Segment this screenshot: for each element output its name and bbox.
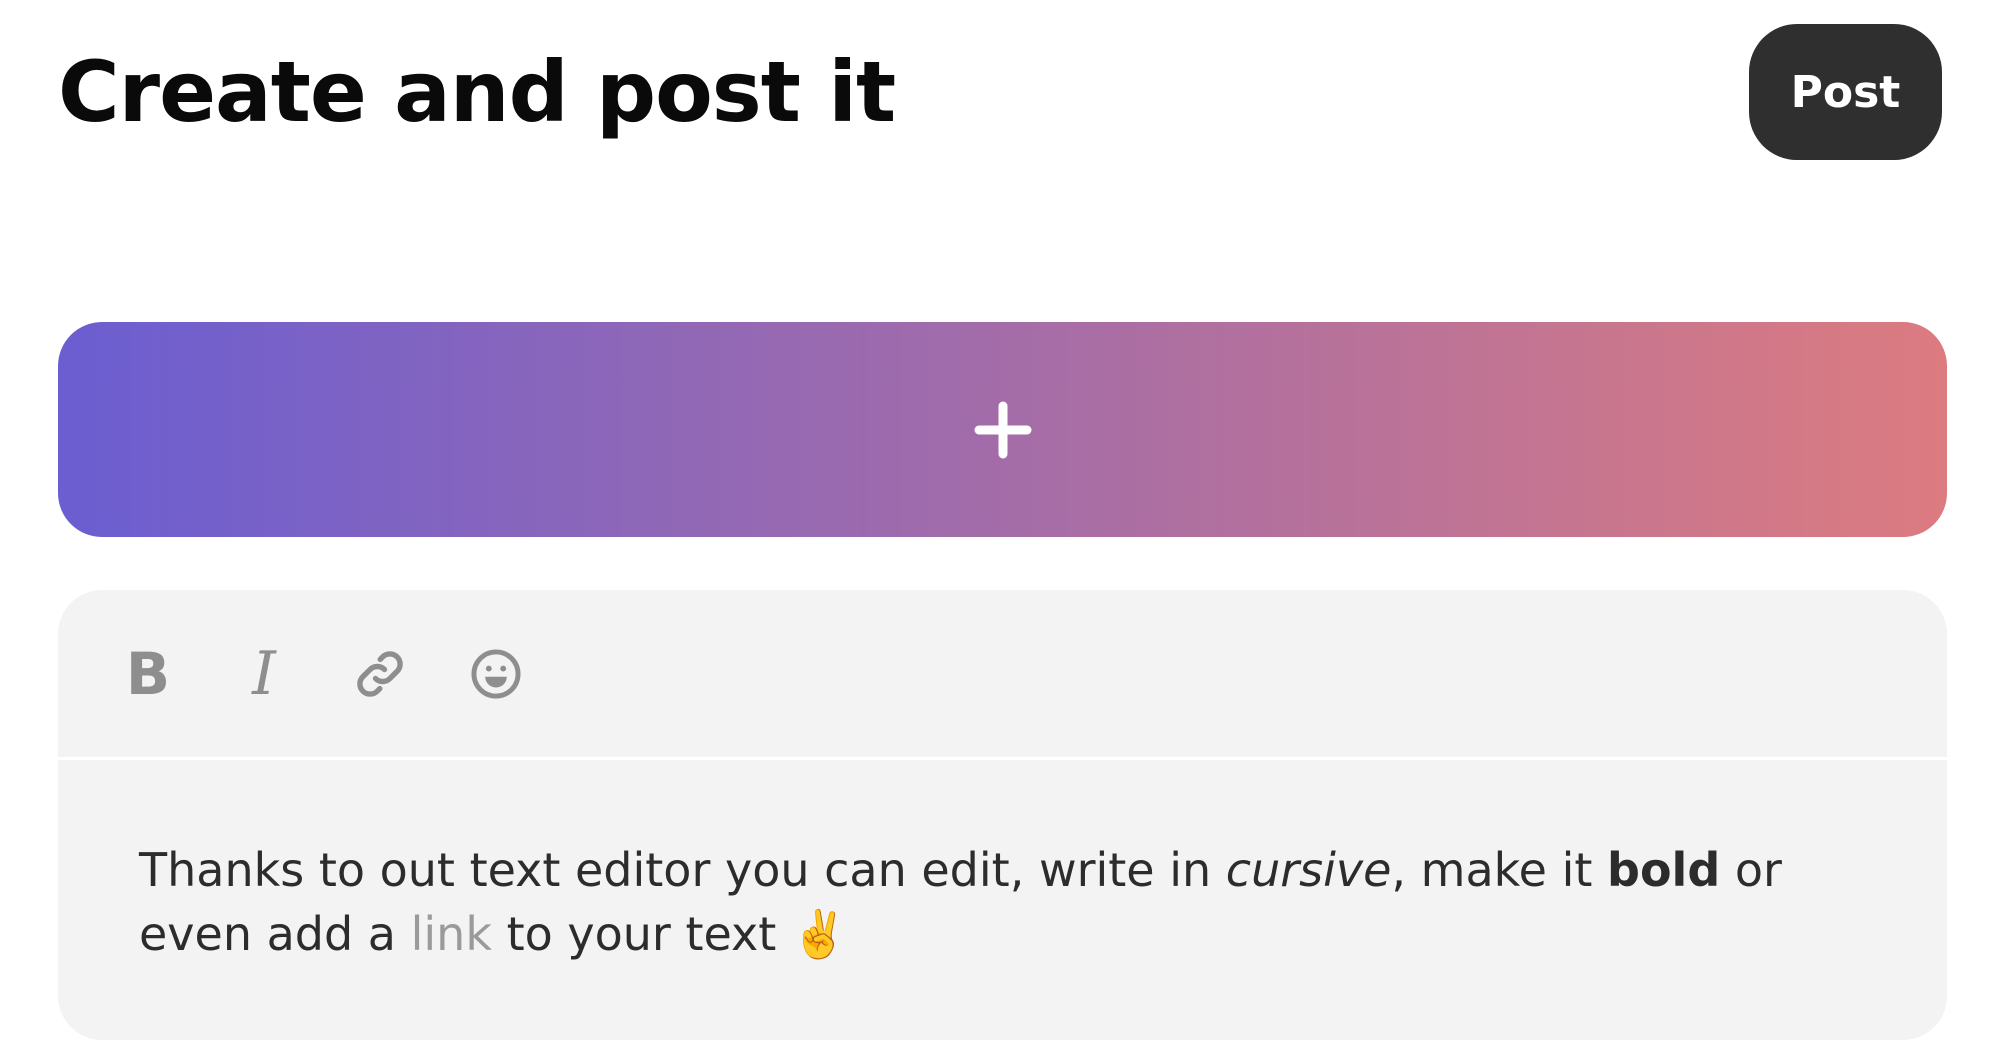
editor-toolbar: B I [58, 590, 1947, 760]
bold-icon: B [125, 639, 171, 708]
emoji-smile-icon [471, 648, 521, 699]
editor-text: Thanks to out text editor you can edit, … [139, 843, 1226, 897]
editor-content[interactable]: Thanks to out text editor you can edit, … [58, 760, 1947, 966]
editor-text: , make it [1391, 843, 1608, 897]
plus-icon [974, 401, 1031, 458]
victory-hand-emoji: ✌️ [790, 907, 849, 961]
italic-text: cursive [1225, 843, 1392, 897]
bold-button[interactable]: B [120, 639, 176, 708]
page-title: Create and post it [58, 43, 896, 141]
bold-text: bold [1607, 843, 1721, 897]
italic-button[interactable]: I [236, 638, 292, 709]
add-media-button[interactable] [58, 322, 1947, 537]
link-button[interactable] [352, 646, 408, 702]
link-icon [357, 650, 403, 697]
page: Create and post it Post B I Thanks to ou… [0, 0, 2000, 1060]
emoji-button[interactable] [468, 646, 524, 702]
editor-link[interactable]: link [411, 907, 492, 961]
post-button[interactable]: Post [1749, 24, 1942, 160]
text-editor: B I Thanks to out text editor you can ed… [58, 590, 1947, 1040]
editor-text: to your text [491, 907, 791, 961]
italic-icon: I [252, 638, 276, 709]
